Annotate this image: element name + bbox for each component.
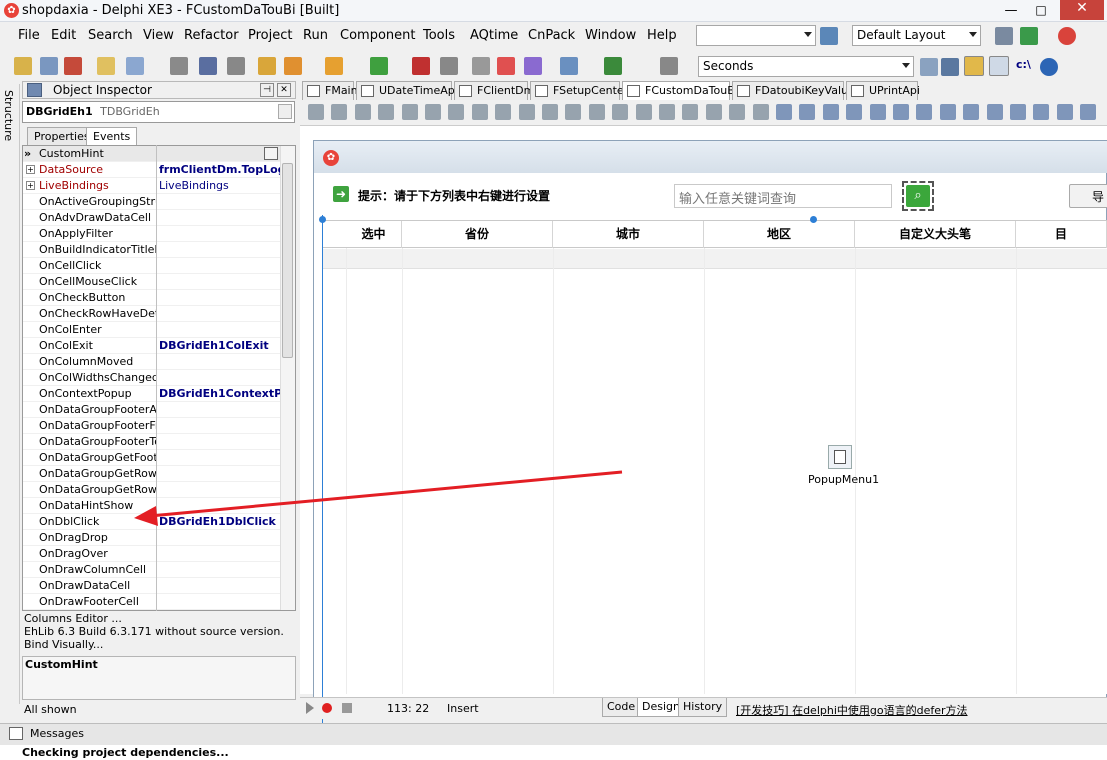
annotation-arrow <box>134 470 623 526</box>
record-icon[interactable] <box>322 703 332 713</box>
status-message: Checking project dependencies... <box>22 746 229 759</box>
tip-link[interactable]: [开发技巧] 在delphi中使用go语言的defer方法 <box>736 702 968 718</box>
tab-history[interactable]: History <box>678 698 728 717</box>
play-icon[interactable] <box>306 702 314 714</box>
annotation-arrow-shaft <box>149 470 623 518</box>
tab-code[interactable]: Code <box>602 698 641 717</box>
messages-icon <box>9 727 23 740</box>
insert-mode: Insert <box>447 702 479 715</box>
cursor-position: 113: 22 <box>387 702 430 715</box>
stop-icon[interactable] <box>342 703 352 713</box>
editor-status-bar: 113: 22 Insert Code Design History [开发技巧… <box>300 697 1107 719</box>
messages-label: Messages <box>30 727 84 740</box>
annotation-arrow-head <box>134 506 158 526</box>
messages-bar[interactable] <box>0 723 1107 745</box>
